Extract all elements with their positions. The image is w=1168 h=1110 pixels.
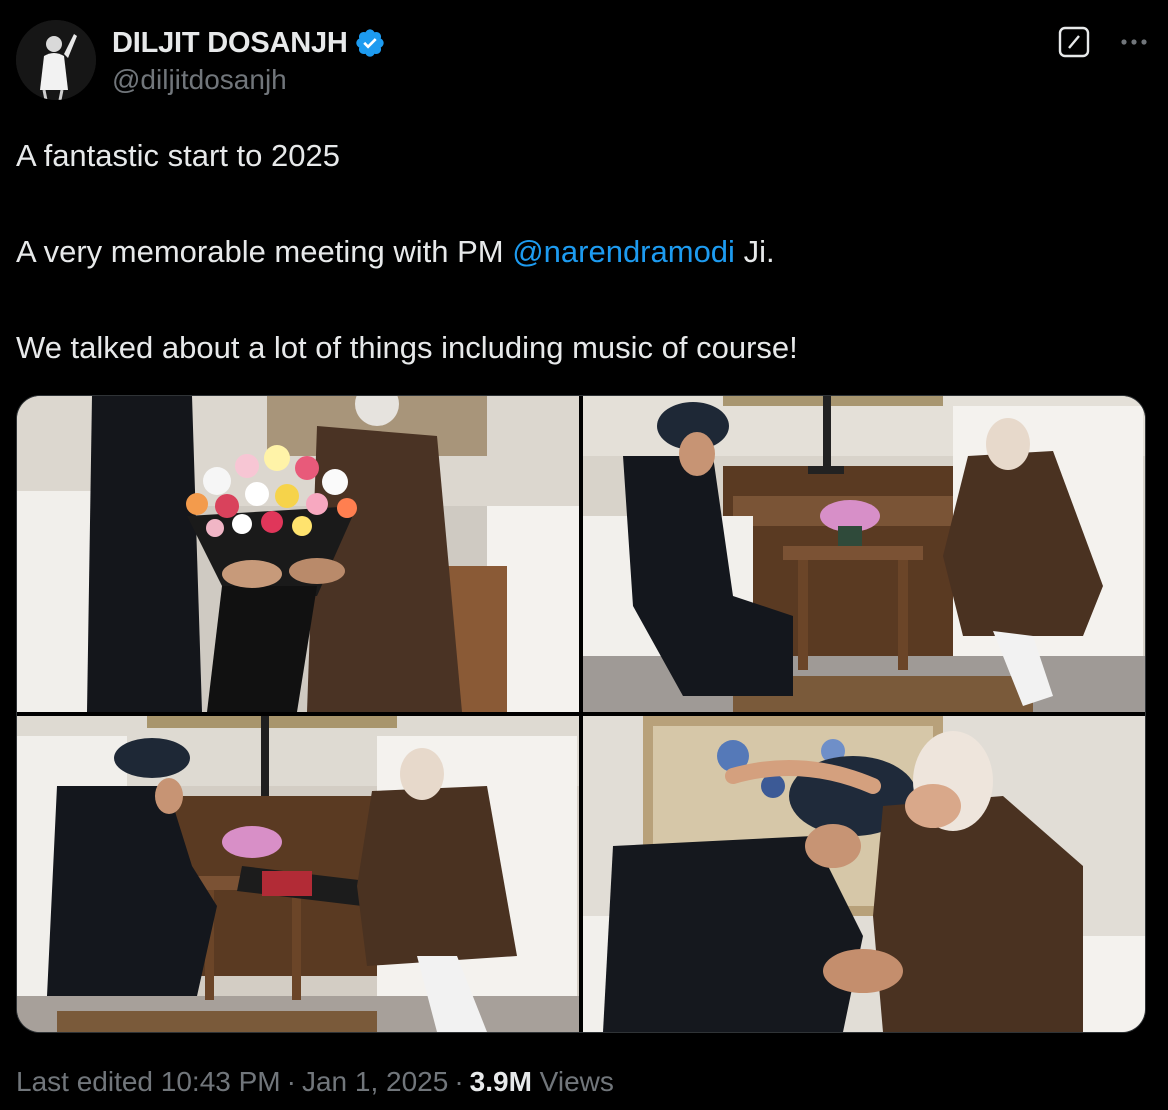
meta-separator: ·	[454, 1066, 464, 1097]
more-icon[interactable]	[1116, 24, 1152, 60]
mention-link[interactable]: @narendramodi	[512, 234, 735, 269]
photo-1[interactable]	[17, 396, 579, 712]
author-handle[interactable]: @diljitdosanjh	[112, 64, 386, 96]
author-display-name[interactable]: DILJIT DOSANJH	[112, 27, 348, 60]
tweet-date[interactable]: Jan 1, 2025	[302, 1066, 448, 1097]
grok-icon[interactable]	[1058, 26, 1090, 58]
tweet-line-2-prefix: A very memorable meeting with PM	[16, 234, 513, 269]
tweet-header: DILJIT DOSANJH @diljitdosanjh	[16, 20, 1152, 104]
views-count: 3.9M	[469, 1066, 532, 1097]
tweet-meta: Last edited 10:43 PM · Jan 1, 2025 · 3.9M Vi…	[16, 1066, 614, 1098]
meta-separator: ·	[286, 1066, 296, 1097]
photo-4[interactable]	[583, 716, 1145, 1032]
avatar[interactable]	[16, 20, 96, 100]
media-grid	[16, 395, 1146, 1033]
verified-badge-icon	[356, 29, 384, 57]
tweet-time[interactable]: 10:43 PM	[161, 1066, 281, 1097]
photo-3[interactable]	[17, 716, 579, 1032]
views-label: Views	[539, 1066, 614, 1097]
tweet-text: A fantastic start to 2025 A very memorab…	[16, 132, 1146, 372]
tweet-line-3: We talked about a lot of things includin…	[16, 330, 798, 365]
tweet-line-2-suffix: Ji.	[734, 234, 775, 269]
author-info: DILJIT DOSANJH @diljitdosanjh	[112, 26, 386, 96]
tweet-line-1: A fantastic start to 2025	[16, 138, 340, 173]
tweet-line-2: A very memorable meeting with PM @narend…	[16, 228, 1146, 276]
edited-label[interactable]: Last edited	[16, 1066, 153, 1097]
photo-2[interactable]	[583, 396, 1145, 712]
